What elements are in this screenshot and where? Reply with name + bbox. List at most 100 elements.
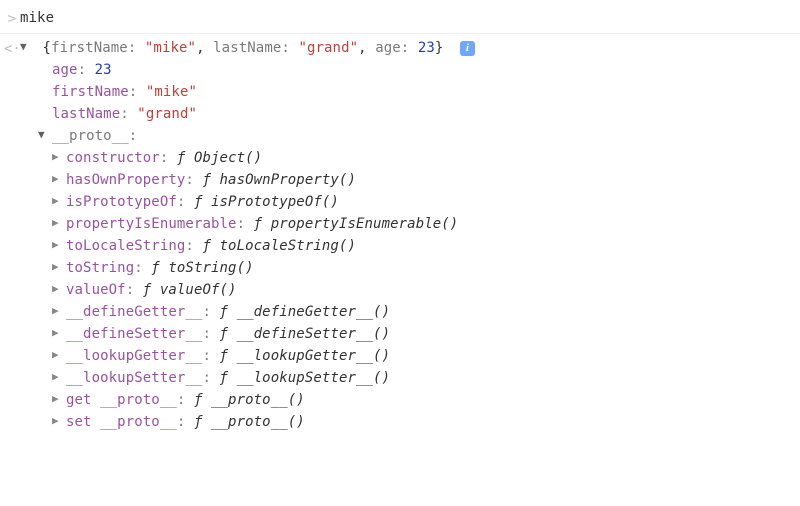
disclosure-right-icon[interactable]: ▶ [52, 212, 64, 234]
colon: : [78, 62, 95, 78]
summary-value: 23 [418, 40, 435, 56]
colon: : [202, 304, 219, 320]
disclosure-right-icon[interactable]: ▶ [52, 146, 64, 168]
property-key: __lookupGetter__ [66, 348, 202, 364]
disclosure-right-icon[interactable]: ▶ [52, 344, 64, 366]
function-f-icon: ƒ [194, 194, 211, 210]
property-row[interactable]: age: 23 [20, 59, 792, 81]
function-f-icon: ƒ [194, 414, 211, 430]
disclosure-right-icon[interactable]: ▶ [52, 322, 64, 344]
property-key: firstName [52, 84, 129, 100]
input-caret-icon: > [4, 7, 20, 30]
property-key: get __proto__ [66, 392, 177, 408]
console-output-row: <· ▼ {firstName: "mike", lastName: "gran… [0, 33, 800, 436]
function-f-icon: ƒ [220, 304, 237, 320]
function-f-icon: ƒ [254, 216, 271, 232]
disclosure-right-icon[interactable]: ▶ [52, 278, 64, 300]
proto-property-row[interactable]: ▶constructor: ƒ Object() [20, 147, 792, 169]
property-key: hasOwnProperty [66, 172, 185, 188]
disclosure-right-icon[interactable]: ▶ [52, 234, 64, 256]
proto-property-row[interactable]: ▶toLocaleString: ƒ toLocaleString() [20, 235, 792, 257]
property-key: valueOf [66, 282, 126, 298]
console-input-text: mike [20, 7, 792, 29]
output-caret-icon: <· [4, 37, 20, 60]
proto-row[interactable]: ▼__proto__: [20, 125, 792, 147]
function-f-icon: ƒ [143, 282, 160, 298]
colon: : [160, 150, 177, 166]
function-name: __lookupGetter__() [237, 348, 391, 364]
disclosure-right-icon[interactable]: ▶ [52, 410, 64, 432]
property-key: toLocaleString [66, 238, 185, 254]
function-f-icon: ƒ [202, 172, 219, 188]
function-name: __proto__() [211, 414, 305, 430]
disclosure-down-icon[interactable]: ▼ [38, 124, 50, 146]
colon: : [129, 128, 138, 144]
summary-value: "mike" [145, 40, 196, 56]
disclosure-right-icon[interactable]: ▶ [52, 168, 64, 190]
colon: : [134, 260, 151, 276]
function-name: hasOwnProperty() [220, 172, 356, 188]
disclosure-right-icon[interactable]: ▶ [52, 256, 64, 278]
function-name: __defineGetter__() [237, 304, 391, 320]
function-f-icon: ƒ [220, 348, 237, 364]
disclosure-right-icon[interactable]: ▶ [52, 388, 64, 410]
object-summary[interactable]: ▼ {firstName: "mike", lastName: "grand",… [20, 37, 792, 59]
colon: : [177, 414, 194, 430]
function-name: propertyIsEnumerable() [271, 216, 459, 232]
proto-property-row[interactable]: ▶isPrototypeOf: ƒ isPrototypeOf() [20, 191, 792, 213]
property-row[interactable]: firstName: "mike" [20, 81, 792, 103]
property-value: "grand" [137, 106, 197, 122]
summary-brace-close: } [435, 40, 444, 56]
property-key: propertyIsEnumerable [66, 216, 237, 232]
function-f-icon: ƒ [220, 370, 237, 386]
proto-property-row[interactable]: ▶propertyIsEnumerable: ƒ propertyIsEnume… [20, 213, 792, 235]
function-f-icon: ƒ [151, 260, 168, 276]
colon: : [185, 172, 202, 188]
proto-property-row[interactable]: ▶__defineGetter__: ƒ __defineGetter__() [20, 301, 792, 323]
summary-key: lastName: [213, 40, 298, 56]
function-name: __proto__() [211, 392, 305, 408]
disclosure-right-icon[interactable]: ▶ [52, 366, 64, 388]
proto-property-row[interactable]: ▶get __proto__: ƒ __proto__() [20, 389, 792, 411]
property-value: "mike" [146, 84, 197, 100]
proto-property-row[interactable]: ▶set __proto__: ƒ __proto__() [20, 411, 792, 433]
function-f-icon: ƒ [220, 326, 237, 342]
function-f-icon: ƒ [194, 392, 211, 408]
summary-key: firstName: [51, 40, 145, 56]
colon: : [185, 238, 202, 254]
colon: : [202, 348, 219, 364]
colon: : [202, 326, 219, 342]
function-name: __defineSetter__() [237, 326, 391, 342]
property-key: __defineGetter__ [66, 304, 202, 320]
property-key: isPrototypeOf [66, 194, 177, 210]
property-key: age [52, 62, 78, 78]
property-row[interactable]: lastName: "grand" [20, 103, 792, 125]
proto-property-row[interactable]: ▶__lookupGetter__: ƒ __lookupGetter__() [20, 345, 792, 367]
property-key: set __proto__ [66, 414, 177, 430]
function-name: Object() [194, 150, 262, 166]
info-icon[interactable]: i [460, 41, 475, 56]
disclosure-down-icon[interactable]: ▼ [20, 36, 32, 58]
function-f-icon: ƒ [177, 150, 194, 166]
console: > mike <· ▼ {firstName: "mike", lastName… [0, 0, 800, 436]
proto-property-row[interactable]: ▶hasOwnProperty: ƒ hasOwnProperty() [20, 169, 792, 191]
proto-property-row[interactable]: ▶valueOf: ƒ valueOf() [20, 279, 792, 301]
function-name: isPrototypeOf() [211, 194, 339, 210]
property-key: __defineSetter__ [66, 326, 202, 342]
property-key: __lookupSetter__ [66, 370, 202, 386]
property-key: toString [66, 260, 134, 276]
proto-property-row[interactable]: ▶__defineSetter__: ƒ __defineSetter__() [20, 323, 792, 345]
property-key: lastName [52, 106, 120, 122]
summary-sep: , [358, 40, 375, 56]
console-input-row: > mike [0, 4, 800, 33]
proto-property-row[interactable]: ▶toString: ƒ toString() [20, 257, 792, 279]
colon: : [177, 194, 194, 210]
summary-value: "grand" [298, 40, 358, 56]
own-properties: age: 23firstName: "mike"lastName: "grand… [20, 59, 792, 125]
colon: : [202, 370, 219, 386]
function-name: valueOf() [160, 282, 237, 298]
colon: : [129, 84, 146, 100]
proto-property-row[interactable]: ▶__lookupSetter__: ƒ __lookupSetter__() [20, 367, 792, 389]
disclosure-right-icon[interactable]: ▶ [52, 190, 64, 212]
disclosure-right-icon[interactable]: ▶ [52, 300, 64, 322]
